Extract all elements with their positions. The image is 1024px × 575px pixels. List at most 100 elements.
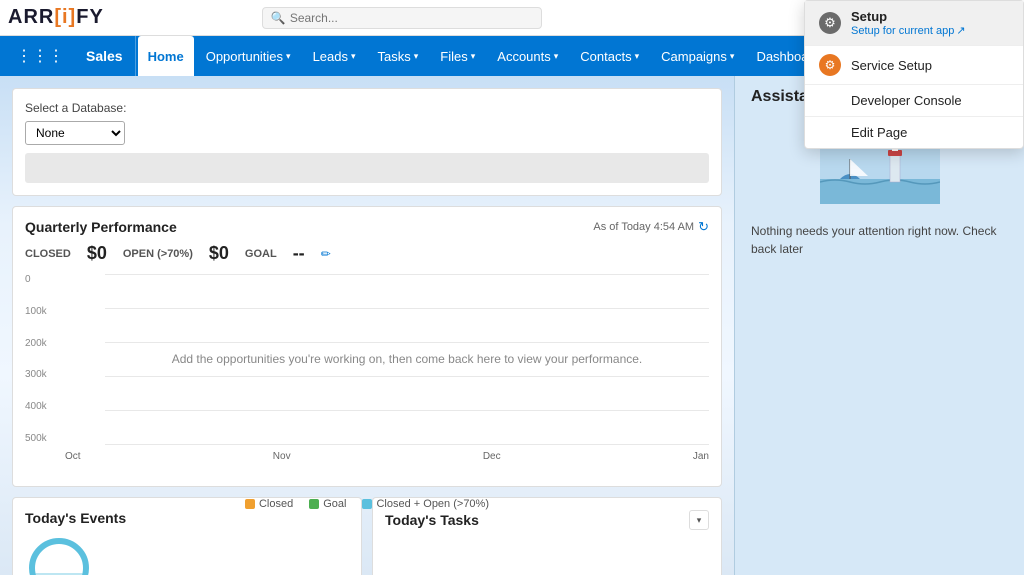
y-label-0: 0 <box>25 274 65 285</box>
perf-header: Quarterly Performance As of Today 4:54 A… <box>25 219 709 235</box>
nav-item-tasks[interactable]: Tasks ▾ <box>368 36 429 76</box>
legend-closed-label: Closed <box>259 498 293 510</box>
today-events-title: Today's Events <box>25 510 126 526</box>
setup-gear-icon: ⚙ <box>819 12 841 34</box>
nav-item-accounts-label: Accounts <box>497 49 550 64</box>
db-select-wrap: None <box>25 121 709 145</box>
search-icon: 🔍 <box>271 11 286 25</box>
edit-page-label: Edit Page <box>819 125 907 140</box>
logo-highlight: [i] <box>54 6 76 28</box>
dropdown-item-developer-console[interactable]: Developer Console <box>805 85 1023 116</box>
setup-label: Setup <box>851 9 1009 24</box>
main-area: Select a Database: None Quarterly Perfor… <box>0 76 1024 575</box>
closed-value: $0 <box>87 243 107 264</box>
nav-item-home-label: Home <box>148 49 184 64</box>
setup-external-icon: ↗ <box>956 24 965 37</box>
closed-label: CLOSED <box>25 248 71 260</box>
today-tasks-title: Today's Tasks <box>385 512 479 528</box>
search-input[interactable] <box>290 11 530 25</box>
x-label-jan: Jan <box>693 451 709 462</box>
app-name: Sales <box>74 36 136 76</box>
chart-legend: Closed Goal Closed + Open (>70%) <box>25 494 709 510</box>
leads-caret: ▾ <box>351 51 356 62</box>
dropdown-item-edit-page[interactable]: Edit Page <box>805 117 1023 148</box>
gridline-2 <box>105 308 709 309</box>
chart-x-labels: Oct Nov Dec Jan <box>65 451 709 462</box>
nav-item-campaigns[interactable]: Campaigns ▾ <box>651 36 744 76</box>
legend-goal-label: Goal <box>323 498 346 510</box>
legend-closed: Closed <box>245 498 293 510</box>
today-events-header: Today's Events <box>25 510 349 526</box>
nav-item-files-label: Files <box>440 49 467 64</box>
logo: ARR[i]FY <box>8 6 104 29</box>
service-setup-label: Service Setup <box>851 58 932 73</box>
refresh-button[interactable]: ↻ <box>698 219 709 235</box>
timestamp-text: As of Today 4:54 AM <box>593 221 694 233</box>
nav-item-opportunities-label: Opportunities <box>206 49 283 64</box>
search-bar[interactable]: 🔍 <box>262 7 542 29</box>
x-label-oct: Oct <box>65 451 81 462</box>
nav-item-campaigns-label: Campaigns <box>661 49 727 64</box>
open-value: $0 <box>209 243 229 264</box>
service-setup-icon: ⚙ <box>819 54 841 76</box>
contacts-caret: ▾ <box>635 51 640 62</box>
dropdown-menu: ⚙ Setup Setup for current app ↗ ⚙ Servic… <box>804 0 1024 149</box>
y-label-200k: 200k <box>25 338 65 349</box>
legend-closed-open-dot <box>362 499 372 509</box>
chart-y-labels: 500k 400k 300k 200k 100k 0 <box>25 274 65 444</box>
y-label-500k: 500k <box>25 433 65 444</box>
legend-goal-dot <box>309 499 319 509</box>
nav-item-files[interactable]: Files ▾ <box>430 36 485 76</box>
gridline-5 <box>105 410 709 411</box>
legend-closed-open-label: Closed + Open (>70%) <box>376 498 489 510</box>
legend-goal: Goal <box>309 498 346 510</box>
chart-area: 500k 400k 300k 200k 100k 0 <box>25 274 709 474</box>
chart-canvas: Add the opportunities you're working on,… <box>105 274 709 444</box>
nav-item-tasks-label: Tasks <box>378 49 411 64</box>
x-label-dec: Dec <box>483 451 501 462</box>
goal-label: GOAL <box>245 248 277 260</box>
x-label-nov: Nov <box>273 451 291 462</box>
db-label: Select a Database: <box>25 101 709 115</box>
quarterly-performance-card: Quarterly Performance As of Today 4:54 A… <box>12 206 722 487</box>
db-placeholder <box>25 153 709 183</box>
campaigns-caret: ▾ <box>730 51 735 62</box>
setup-sub-label: Setup for current app ↗ <box>851 24 1009 37</box>
y-label-300k: 300k <box>25 369 65 380</box>
app-grid-button[interactable]: ⋮⋮⋮ <box>8 42 72 70</box>
files-caret: ▾ <box>471 51 476 62</box>
nav-item-leads-label: Leads <box>313 49 348 64</box>
nav-item-home[interactable]: Home <box>138 36 194 76</box>
y-label-100k: 100k <box>25 306 65 317</box>
today-events-circle <box>25 534 349 575</box>
nav-item-contacts-label: Contacts <box>580 49 631 64</box>
nav-item-leads[interactable]: Leads ▾ <box>303 36 366 76</box>
left-panel: Select a Database: None Quarterly Perfor… <box>0 76 734 575</box>
gridline-4 <box>105 376 709 377</box>
right-panel: Assistant <box>734 76 1024 575</box>
edit-goal-button[interactable]: ✏ <box>321 247 331 261</box>
dropdown-item-setup[interactable]: ⚙ Setup Setup for current app ↗ <box>805 1 1023 45</box>
assistant-message: Nothing needs your attention right now. … <box>735 214 1024 266</box>
db-selector-card: Select a Database: None <box>12 88 722 196</box>
goal-value: -- <box>293 243 305 264</box>
gridline-3 <box>105 342 709 343</box>
nav-item-accounts[interactable]: Accounts ▾ <box>487 36 568 76</box>
accounts-caret: ▾ <box>554 51 559 62</box>
db-select[interactable]: None <box>25 121 125 145</box>
chart-message: Add the opportunities you're working on,… <box>172 352 643 366</box>
y-label-400k: 400k <box>25 401 65 412</box>
nav-item-opportunities[interactable]: Opportunities ▾ <box>196 36 301 76</box>
tasks-caret: ▾ <box>414 51 419 62</box>
dropdown-item-service-setup[interactable]: ⚙ Service Setup <box>805 46 1023 84</box>
gridline-6 <box>105 444 709 445</box>
tasks-dropdown-button[interactable]: ▾ <box>689 510 709 530</box>
open-label: OPEN (>70%) <box>123 248 193 260</box>
setup-item-content: Setup Setup for current app ↗ <box>851 9 1009 37</box>
nav-item-contacts[interactable]: Contacts ▾ <box>570 36 649 76</box>
perf-title: Quarterly Performance <box>25 219 177 235</box>
gridline-1 <box>105 274 709 275</box>
events-circle-graphic <box>29 538 89 575</box>
opportunities-caret: ▾ <box>286 51 291 62</box>
legend-closed-open: Closed + Open (>70%) <box>362 498 489 510</box>
